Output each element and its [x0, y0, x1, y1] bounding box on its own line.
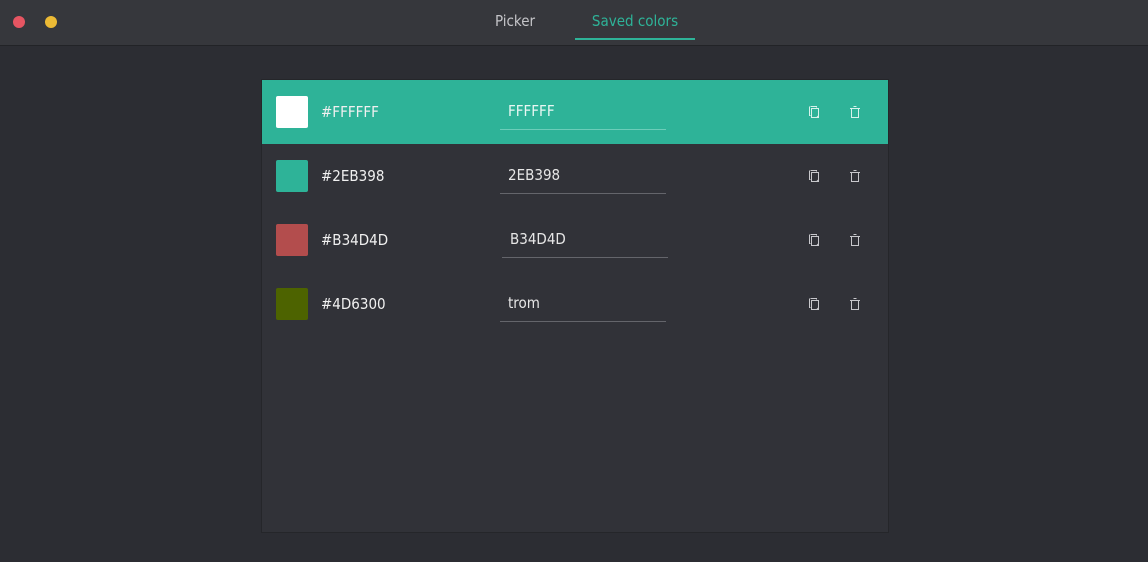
saved-colors-list: #FFFFFF #2EB398 #B34D4D: [261, 79, 889, 533]
close-window-button[interactable]: [13, 16, 25, 28]
color-name-field[interactable]: [500, 96, 666, 130]
color-swatch: [276, 96, 308, 128]
color-hex-label: #B34D4D: [321, 231, 389, 249]
color-name-field[interactable]: [502, 224, 668, 258]
color-swatch: [276, 224, 308, 256]
delete-button[interactable]: [847, 168, 863, 184]
color-name-input[interactable]: [502, 224, 668, 254]
copy-button[interactable]: [807, 232, 823, 248]
title-bar: Picker Saved colors: [0, 0, 1148, 46]
color-name-field[interactable]: [500, 160, 666, 194]
copy-icon: [807, 296, 823, 312]
copy-button[interactable]: [807, 296, 823, 312]
color-hex-label: #4D6300: [321, 295, 386, 313]
delete-button[interactable]: [847, 232, 863, 248]
tab-picker[interactable]: Picker: [480, 0, 550, 40]
trash-icon: [847, 168, 863, 184]
trash-icon: [847, 104, 863, 120]
color-name-field[interactable]: [500, 288, 666, 322]
color-hex-label: #2EB398: [321, 167, 385, 185]
copy-button[interactable]: [807, 168, 823, 184]
copy-icon: [807, 232, 823, 248]
color-swatch: [276, 288, 308, 320]
copy-icon: [807, 168, 823, 184]
trash-icon: [847, 232, 863, 248]
active-tab-indicator: [575, 38, 695, 40]
color-swatch: [276, 160, 308, 192]
minimize-window-button[interactable]: [45, 16, 57, 28]
tab-picker-label: Picker: [494, 12, 536, 30]
tab-saved-colors[interactable]: Saved colors: [575, 0, 695, 40]
delete-button[interactable]: [847, 104, 863, 120]
trash-icon: [847, 296, 863, 312]
delete-button[interactable]: [847, 296, 863, 312]
copy-icon: [807, 104, 823, 120]
copy-button[interactable]: [807, 104, 823, 120]
tab-saved-colors-label: Saved colors: [591, 12, 679, 30]
color-row[interactable]: #4D6300: [262, 272, 888, 336]
color-row[interactable]: #FFFFFF: [262, 80, 888, 144]
color-row[interactable]: #2EB398: [262, 144, 888, 208]
color-hex-label: #FFFFFF: [321, 103, 379, 121]
color-name-input[interactable]: [500, 288, 666, 318]
color-name-input[interactable]: [500, 160, 666, 190]
color-row[interactable]: #B34D4D: [262, 208, 888, 272]
color-name-input[interactable]: [500, 96, 666, 126]
